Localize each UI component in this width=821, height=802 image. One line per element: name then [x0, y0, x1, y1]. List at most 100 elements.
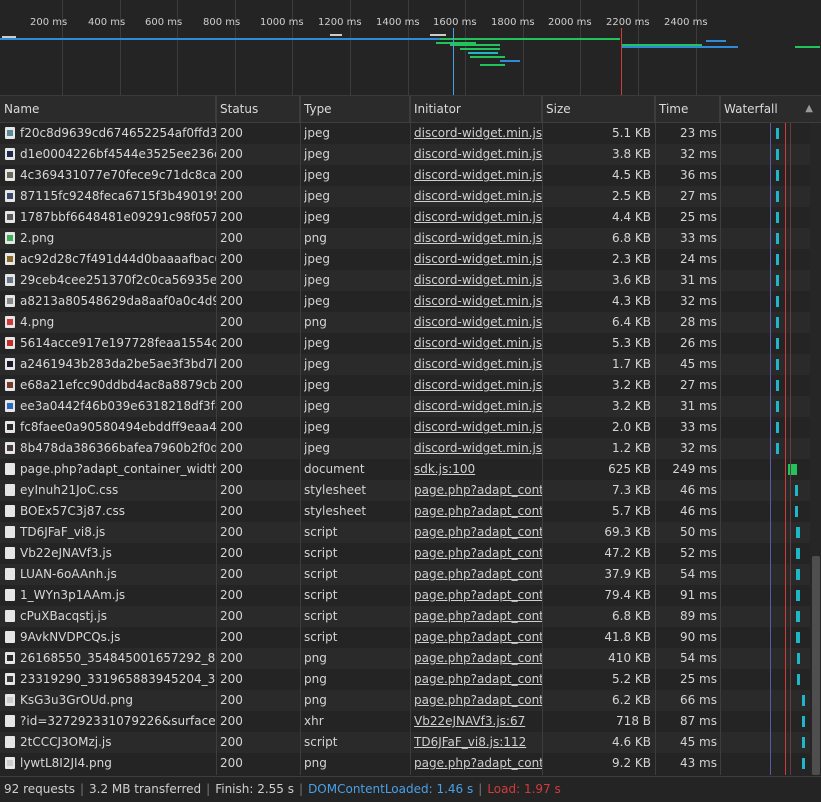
- document-file-icon: [5, 463, 15, 475]
- script-file-icon: [5, 526, 15, 538]
- request-count: 92 requests: [4, 782, 75, 796]
- request-status: 200: [220, 231, 243, 245]
- request-initiator[interactable]: discord-widget.min.js:1: [414, 312, 542, 333]
- waterfall-bar[interactable]: [776, 296, 779, 307]
- waterfall-bar[interactable]: [802, 758, 805, 769]
- waterfall-bar[interactable]: [796, 548, 800, 559]
- request-type: script: [304, 588, 338, 602]
- waterfall-bar[interactable]: [776, 359, 779, 370]
- request-status: 200: [220, 609, 243, 623]
- timeline-tick-label: 1200 ms: [318, 17, 362, 28]
- request-initiator[interactable]: page.php?adapt_cont...: [414, 606, 542, 627]
- waterfall-bar[interactable]: [776, 254, 779, 265]
- waterfall-bar[interactable]: [797, 653, 800, 664]
- waterfall-bar[interactable]: [802, 737, 805, 748]
- column-header-size[interactable]: Size: [542, 96, 655, 122]
- request-type: script: [304, 546, 338, 560]
- request-initiator[interactable]: discord-widget.min.js:1: [414, 123, 542, 144]
- request-initiator[interactable]: discord-widget.min.js:1: [414, 270, 542, 291]
- request-size: 3.6 KB: [612, 273, 651, 287]
- waterfall-bar[interactable]: [776, 233, 779, 244]
- request-status: 200: [220, 210, 243, 224]
- column-header-time[interactable]: Time: [655, 96, 720, 122]
- image-file-icon: [5, 421, 15, 433]
- request-initiator[interactable]: page.php?adapt_cont...: [414, 501, 542, 522]
- request-initiator[interactable]: discord-widget.min.js:1: [414, 375, 542, 396]
- waterfall-bar[interactable]: [797, 674, 800, 685]
- request-size: 7.3 KB: [612, 483, 651, 497]
- request-initiator[interactable]: discord-widget.min.js:1: [414, 354, 542, 375]
- waterfall-bar[interactable]: [802, 716, 805, 727]
- waterfall-bar[interactable]: [796, 611, 800, 622]
- timeline-tick: [120, 0, 121, 95]
- request-initiator[interactable]: page.php?adapt_cont...: [414, 753, 542, 774]
- waterfall-bar[interactable]: [796, 527, 800, 538]
- waterfall-bar[interactable]: [776, 338, 779, 349]
- waterfall-bar[interactable]: [796, 632, 800, 643]
- request-initiator[interactable]: discord-widget.min.js:1: [414, 144, 542, 165]
- script-file-icon: [5, 547, 15, 559]
- waterfall-bar[interactable]: [776, 128, 779, 139]
- request-initiator[interactable]: page.php?adapt_cont...: [414, 585, 542, 606]
- waterfall-bar[interactable]: [776, 212, 779, 223]
- request-initiator[interactable]: discord-widget.min.js:1: [414, 291, 542, 312]
- waterfall-bar[interactable]: [776, 149, 779, 160]
- request-time: 43 ms: [679, 756, 717, 770]
- request-initiator[interactable]: discord-widget.min.js:1: [414, 417, 542, 438]
- thumbnail-preview: [7, 298, 13, 304]
- timeline-overview[interactable]: 200 ms 400 ms 600 ms 800 ms 1000 ms 1200 ms 14…: [0, 0, 821, 96]
- waterfall-bar[interactable]: [795, 485, 798, 496]
- finish-time: Finish: 2.55 s: [215, 782, 295, 796]
- request-initiator[interactable]: page.php?adapt_cont...: [414, 669, 542, 690]
- waterfall-bar[interactable]: [776, 191, 779, 202]
- request-initiator[interactable]: discord-widget.min.js:1: [414, 249, 542, 270]
- request-initiator[interactable]: Vb22eJNAVf3.js:67: [414, 711, 542, 732]
- request-initiator[interactable]: sdk.js:100: [414, 459, 542, 480]
- waterfall-bar[interactable]: [776, 422, 779, 433]
- waterfall-bar[interactable]: [796, 569, 800, 580]
- waterfall-bar[interactable]: [796, 590, 800, 601]
- request-type: jpeg: [304, 399, 330, 413]
- column-header-waterfall[interactable]: Waterfall ▲: [720, 96, 821, 122]
- request-initiator[interactable]: TD6JFaF_vi8.js:112: [414, 732, 542, 753]
- request-initiator[interactable]: page.php?adapt_cont...: [414, 543, 542, 564]
- request-initiator[interactable]: page.php?adapt_cont...: [414, 627, 542, 648]
- request-initiator[interactable]: discord-widget.min.js:1: [414, 333, 542, 354]
- request-initiator[interactable]: page.php?adapt_cont...: [414, 690, 542, 711]
- waterfall-bar[interactable]: [776, 275, 779, 286]
- request-status: 200: [220, 420, 243, 434]
- waterfall-bar[interactable]: [776, 380, 779, 391]
- request-size: 2.5 KB: [612, 189, 651, 203]
- request-initiator[interactable]: page.php?adapt_cont...: [414, 522, 542, 543]
- thumbnail-preview: [7, 445, 13, 451]
- request-name: ?id=327292331079226&surface=...: [20, 714, 216, 728]
- column-header-type[interactable]: Type: [300, 96, 410, 122]
- request-initiator[interactable]: page.php?adapt_cont...: [414, 564, 542, 585]
- image-file-icon: [5, 673, 15, 685]
- request-time: 54 ms: [679, 567, 717, 581]
- column-header-name[interactable]: Name: [0, 96, 216, 122]
- thumbnail-preview: [7, 424, 13, 430]
- waterfall-bar[interactable]: [776, 170, 779, 181]
- request-initiator[interactable]: discord-widget.min.js:1: [414, 207, 542, 228]
- column-header-initiator[interactable]: Initiator: [410, 96, 542, 122]
- waterfall-bar[interactable]: [795, 506, 798, 517]
- image-file-icon: [5, 652, 15, 664]
- request-initiator[interactable]: discord-widget.min.js:1: [414, 186, 542, 207]
- waterfall-bar[interactable]: [776, 317, 779, 328]
- waterfall-bar[interactable]: [776, 401, 779, 412]
- request-initiator[interactable]: discord-widget.min.js:1: [414, 438, 542, 459]
- request-initiator[interactable]: page.php?adapt_cont...: [414, 648, 542, 669]
- waterfall-bar[interactable]: [776, 443, 779, 454]
- waterfall-bar[interactable]: [802, 695, 805, 706]
- request-type: png: [304, 756, 327, 770]
- request-initiator[interactable]: page.php?adapt_cont...: [414, 480, 542, 501]
- request-size: 410 KB: [608, 651, 651, 665]
- request-initiator[interactable]: discord-widget.min.js:1: [414, 228, 542, 249]
- timeline-tick-label: 1800 ms: [491, 17, 535, 28]
- request-initiator[interactable]: discord-widget.min.js:1: [414, 165, 542, 186]
- column-header-status[interactable]: Status: [216, 96, 300, 122]
- request-initiator[interactable]: discord-widget.min.js:1: [414, 396, 542, 417]
- load-marker: [621, 28, 622, 95]
- scrollbar-thumb[interactable]: [812, 556, 820, 775]
